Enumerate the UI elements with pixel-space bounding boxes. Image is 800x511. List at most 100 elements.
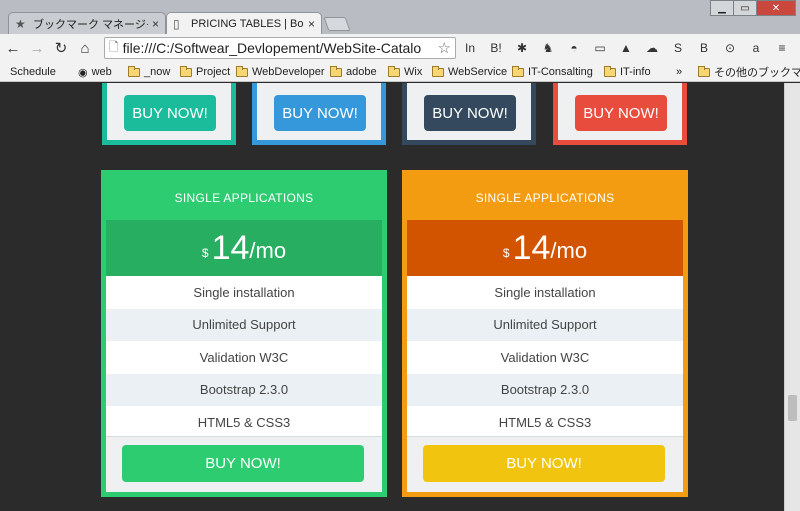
feature-row: Unlimited Support (407, 308, 683, 341)
buy-now-button[interactable]: BUY NOW! (274, 95, 366, 131)
b-app-icon[interactable]: B (694, 37, 714, 59)
scroll-thumb[interactable] (788, 395, 797, 421)
url-text: file:///C:/Softwear_Devlopement/WebSite-… (122, 40, 422, 56)
currency-symbol: $ (201, 246, 209, 260)
folder-icon (432, 65, 444, 77)
bookmark-label: IT-Consalting (528, 66, 593, 78)
home-button[interactable]: ⌂ (74, 37, 96, 59)
back-button[interactable]: ← (2, 37, 24, 59)
folder-icon (128, 65, 140, 77)
minimize-button[interactable]: ▁ (710, 0, 734, 16)
bookmark-item[interactable]: IT-info (604, 64, 651, 80)
pricing-card: SINGLE APPLICATIONS $14/mo Single installa… (402, 170, 688, 497)
bookmark-item[interactable]: IT-Consalting (512, 64, 593, 80)
buy-now-button[interactable]: BUY NOW! (423, 445, 665, 482)
forward-button[interactable]: → (26, 37, 48, 59)
feature-row: Bootstrap 2.3.0 (407, 373, 683, 406)
file-icon: 🗋 (109, 39, 119, 54)
folder-icon (388, 65, 400, 77)
star-icon: ★ (15, 16, 26, 31)
window-controls: ▁ ▭ ✕ (710, 0, 796, 16)
feature-row: HTML5 & CSS3 (407, 406, 683, 439)
cast-icon[interactable]: ▭ (590, 37, 610, 59)
skype-icon[interactable]: S (668, 37, 688, 59)
card-footer: BUY NOW! (106, 436, 382, 492)
reload-button[interactable]: ↻ (50, 37, 72, 59)
feature-row: Bootstrap 2.3.0 (106, 373, 382, 406)
bookmark-item[interactable]: Project (180, 64, 230, 80)
tab-bookmark-manager[interactable]: ★ ブックマーク マネージャ × (8, 12, 166, 34)
bookmark-item[interactable]: その他のブックマーク (698, 64, 800, 80)
cloud-icon[interactable]: ☁ (642, 37, 662, 59)
feature-row: Validation W3C (106, 341, 382, 374)
buy-now-button[interactable]: BUY NOW! (124, 95, 216, 131)
bookmark-label: WebDeveloper (252, 66, 325, 78)
bookmark-label: その他のブックマーク (714, 67, 800, 79)
folder-icon (698, 65, 710, 77)
feature-row: HTML5 & CSS3 (106, 406, 382, 439)
close-icon[interactable]: × (152, 17, 159, 31)
android-icon[interactable]: ▲ (616, 37, 636, 59)
price-period: /mo (249, 238, 287, 263)
folder-icon (330, 65, 342, 77)
pocket-icon[interactable]: ◓ (564, 37, 584, 59)
feature-row: Validation W3C (407, 341, 683, 374)
tab-title: PRICING TABLES | Boot (191, 17, 304, 30)
plan-price: $14/mo (106, 220, 382, 276)
tab-title: ブックマーク マネージャ (33, 18, 148, 31)
address-bar[interactable]: 🗋 file:///C:/Softwear_Devlopement/WebSit… (104, 37, 456, 59)
bookmark-item[interactable]: WebService (432, 64, 507, 80)
new-tab-button[interactable] (323, 17, 351, 31)
feature-row: Single installation (106, 276, 382, 309)
folder-icon (236, 65, 248, 77)
buy-now-button[interactable]: BUY NOW! (424, 95, 516, 131)
bookmark-item[interactable]: _now (128, 64, 170, 80)
pricing-card: SINGLE APPLICATIONS $14/mo Single installa… (101, 170, 387, 497)
bookmark-label: adobe (346, 66, 377, 78)
bookmark-item[interactable]: ◉ web (78, 64, 112, 80)
browser-toolbar: ← → ↻ ⌂ 🗋 file:///C:/Softwear_Devlopemen… (0, 34, 800, 62)
buy-now-button[interactable]: BUY NOW! (122, 445, 364, 482)
window-close-button[interactable]: ✕ (756, 0, 796, 16)
plan-price: $14/mo (407, 220, 683, 276)
bookmark-star-icon[interactable]: ☆ (434, 39, 455, 57)
price-amount: 14 (211, 228, 250, 267)
tab-strip: ★ ブックマーク マネージャ × ▯ PRICING TABLES | Boot… (0, 0, 800, 34)
puzzle-icon[interactable]: ♞ (538, 37, 558, 59)
price-amount: 14 (512, 228, 551, 267)
bookmark-item[interactable]: adobe (330, 64, 377, 80)
linkedin-icon[interactable]: In (460, 37, 480, 59)
buy-now-button[interactable]: BUY NOW! (575, 95, 667, 131)
bookmark-label: Project (196, 66, 231, 78)
gear-icon[interactable]: ✱ (512, 37, 532, 59)
menu-icon[interactable]: ≡ (772, 37, 792, 59)
bookmark-item[interactable]: Wix (388, 64, 422, 80)
bookmark-label: WebService (448, 66, 508, 78)
bookmark-label: Schedule (10, 66, 56, 78)
page-content: BUY NOW! BUY NOW! BUY NOW! BUY NOW! SINGLE … (0, 83, 784, 511)
maximize-button[interactable]: ▭ (733, 0, 757, 16)
close-icon[interactable]: × (308, 17, 315, 31)
pricing-card-partial: BUY NOW! (102, 83, 236, 145)
folder-icon (180, 65, 192, 77)
clock-icon[interactable]: ⊙ (720, 37, 740, 59)
folder-icon (512, 65, 524, 77)
bookmark-label: Wix (404, 66, 423, 78)
overflow-icon: » (676, 66, 683, 78)
scrollbar[interactable] (784, 83, 800, 511)
feature-row: Unlimited Support (106, 308, 382, 341)
pricing-card-partial: BUY NOW! (402, 83, 536, 145)
pricing-card-partial: BUY NOW! (252, 83, 386, 145)
pricing-card-partial: BUY NOW! (553, 83, 687, 145)
tab-pricing-tables[interactable]: ▯ PRICING TABLES | Boot × (166, 12, 322, 34)
amazon-icon[interactable]: a (746, 37, 766, 59)
bookmarks-bar: Schedule ◉ web _now Project WebDeveloper adobe… (0, 62, 800, 82)
bookmark-item[interactable]: » (676, 64, 686, 80)
bookmark-item[interactable]: WebDeveloper (236, 64, 325, 80)
currency-symbol: $ (502, 246, 510, 260)
page-icon: ▯ (173, 16, 180, 31)
hatena-icon[interactable]: B! (486, 37, 506, 59)
bookmark-label: web (91, 66, 112, 78)
folder-icon (604, 65, 616, 77)
bookmark-item[interactable]: Schedule (6, 64, 56, 80)
